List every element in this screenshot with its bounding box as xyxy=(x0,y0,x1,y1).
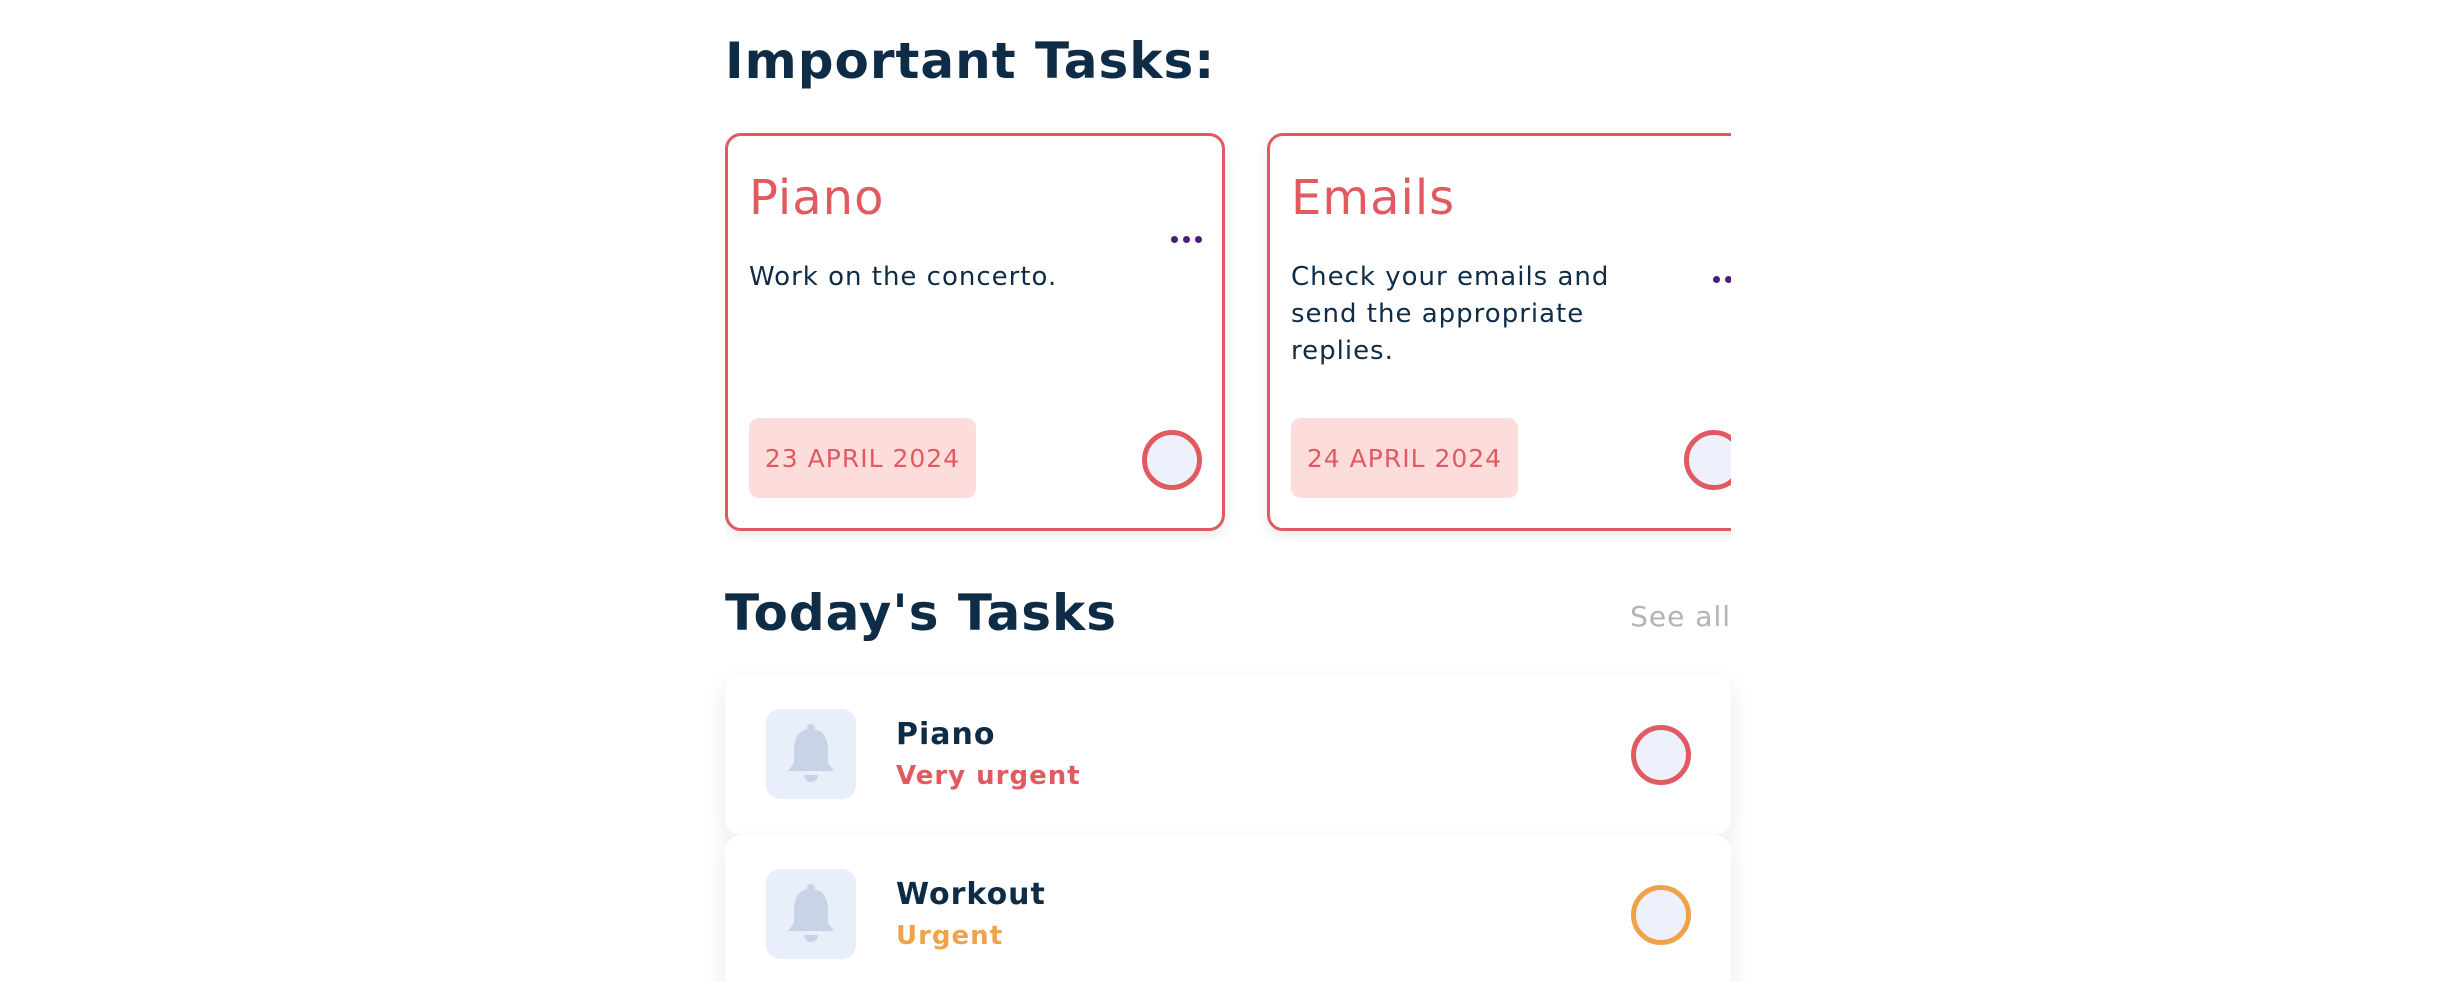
task-list-item[interactable]: Workout Urgent xyxy=(725,835,1731,982)
card-title: Emails xyxy=(1291,170,1456,226)
task-name: Piano xyxy=(896,717,996,752)
important-task-card[interactable]: Piano Work on the concerto. 23 APRIL 202… xyxy=(725,133,1225,531)
important-task-card[interactable]: Emails Check your emails and send the ap… xyxy=(1267,133,1731,531)
card-description: Work on the concerto. xyxy=(749,262,1058,292)
card-date-badge: 23 APRIL 2024 xyxy=(749,418,976,498)
task-priority-label: Very urgent xyxy=(896,761,1081,791)
see-all-link[interactable]: See all xyxy=(1630,600,1731,633)
bell-icon xyxy=(766,709,856,799)
bell-icon xyxy=(766,869,856,959)
card-title: Piano xyxy=(749,170,885,226)
important-tasks-title: Important Tasks: xyxy=(725,32,1216,90)
important-cards-carousel[interactable]: Piano Work on the concerto. 23 APRIL 202… xyxy=(725,130,1731,540)
complete-task-checkbox[interactable] xyxy=(1684,430,1731,490)
main-content: Important Tasks: Piano Work on the conce… xyxy=(725,0,1731,982)
card-description: Check your emails and send the appropria… xyxy=(1291,262,1610,366)
complete-task-checkbox[interactable] xyxy=(1142,430,1202,490)
task-name: Workout xyxy=(896,877,1046,912)
todays-tasks-title: Today's Tasks xyxy=(725,584,1118,642)
task-priority-label: Urgent xyxy=(896,921,1004,951)
complete-task-checkbox[interactable] xyxy=(1631,885,1691,945)
task-list-item[interactable]: Piano Very urgent xyxy=(725,675,1731,835)
card-date-badge: 24 APRIL 2024 xyxy=(1291,418,1518,498)
more-options-icon[interactable] xyxy=(1171,236,1202,243)
more-options-icon[interactable] xyxy=(1713,276,1731,283)
complete-task-checkbox[interactable] xyxy=(1631,725,1691,785)
